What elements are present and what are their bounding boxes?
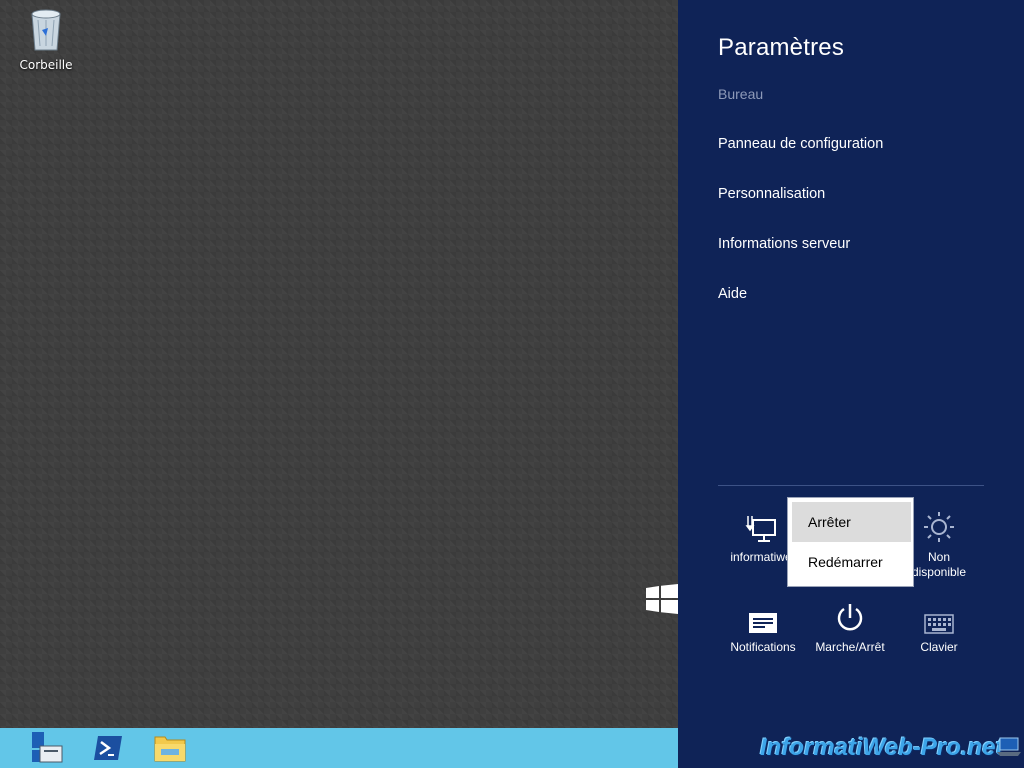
desktop: Corbeille xyxy=(0,0,678,728)
personalization-link[interactable]: Personnalisation xyxy=(718,186,825,202)
watermark: InformatiWeb-Pro.net xyxy=(760,734,1004,761)
settings-charm-panel: Paramètres Bureau Panneau de configurati… xyxy=(678,0,1024,768)
power-options-menu: Arrêter Redémarrer xyxy=(787,497,914,587)
windows-logo-icon[interactable] xyxy=(646,584,678,618)
power-label: Marche/Arrêt xyxy=(815,640,885,654)
keyboard-tile[interactable]: Clavier xyxy=(894,596,984,655)
power-tile[interactable]: Marche/Arrêt xyxy=(805,596,895,655)
keyboard-label: Clavier xyxy=(920,640,958,654)
shutdown-menu-item[interactable]: Arrêter xyxy=(792,502,911,542)
help-link[interactable]: Aide xyxy=(718,286,747,302)
server-manager-icon xyxy=(32,732,63,763)
panel-title: Paramètres xyxy=(718,34,845,61)
divider xyxy=(718,485,984,486)
restart-menu-item[interactable]: Redémarrer xyxy=(792,542,911,582)
file-explorer-button[interactable] xyxy=(150,730,190,766)
file-explorer-icon xyxy=(154,736,186,762)
taskbar xyxy=(0,728,678,768)
laptop-icon xyxy=(996,736,1022,762)
recycle-bin-icon xyxy=(31,9,61,51)
brightness-icon xyxy=(924,512,954,542)
powershell-icon xyxy=(94,736,122,760)
network-icon xyxy=(745,516,776,542)
server-info-link[interactable]: Informations serveur xyxy=(718,236,850,252)
keyboard-icon xyxy=(924,614,954,634)
recycle-bin[interactable]: Corbeille xyxy=(14,6,78,72)
recycle-bin-label: Corbeille xyxy=(19,58,73,72)
notifications-tile[interactable]: Notifications xyxy=(718,596,808,655)
panel-subtitle: Bureau xyxy=(718,86,764,102)
power-icon xyxy=(837,604,863,631)
server-manager-button[interactable] xyxy=(26,730,66,766)
powershell-button[interactable] xyxy=(88,730,128,766)
notifications-label: Notifications xyxy=(730,640,796,654)
control-panel-link[interactable]: Panneau de configuration xyxy=(718,136,883,152)
notifications-icon xyxy=(749,613,777,633)
